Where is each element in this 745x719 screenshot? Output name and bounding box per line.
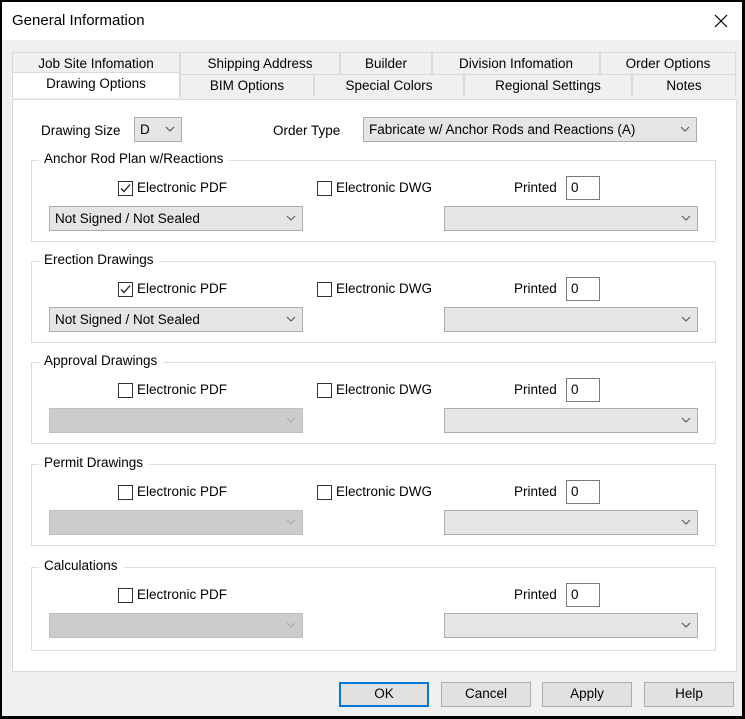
electronic-pdf-checkbox[interactable] xyxy=(118,383,133,398)
printed-label: Printed xyxy=(514,180,557,195)
chevron-down-icon xyxy=(286,417,296,423)
order-type-select[interactable]: Fabricate w/ Anchor Rods and Reactions (… xyxy=(363,117,697,142)
tab-builder[interactable]: Builder xyxy=(340,52,432,74)
drawing-group-0: Anchor Rod Plan w/Reactions Electronic P… xyxy=(31,151,716,242)
printed-option-select[interactable] xyxy=(444,206,698,231)
electronic-dwg-checkbox[interactable] xyxy=(317,282,332,297)
signed-sealed-select[interactable]: Not Signed / Not Sealed xyxy=(49,206,303,231)
signed-sealed-value: Not Signed / Not Sealed xyxy=(55,211,200,226)
drawing-group-2: Approval Drawings Electronic PDF Electro… xyxy=(31,353,716,444)
tab-order-options[interactable]: Order Options xyxy=(600,52,736,74)
apply-button[interactable]: Apply xyxy=(542,682,632,707)
order-type-value: Fabricate w/ Anchor Rods and Reactions (… xyxy=(369,122,636,137)
drawing-group-4: Calculations Electronic PDF Printed 0 xyxy=(31,558,716,651)
signed-sealed-select[interactable] xyxy=(49,613,303,638)
electronic-dwg-label: Electronic DWG xyxy=(336,180,433,195)
printed-count-input[interactable]: 0 xyxy=(566,480,600,504)
checkmark-icon xyxy=(120,285,131,294)
printed-count-input[interactable]: 0 xyxy=(566,583,600,607)
order-type-label: Order Type xyxy=(273,123,341,138)
electronic-dwg-checkbox[interactable] xyxy=(317,485,332,500)
electronic-pdf-label: Electronic PDF xyxy=(137,180,228,195)
electronic-dwg-checkbox[interactable] xyxy=(317,181,332,196)
signed-sealed-select[interactable] xyxy=(49,510,303,535)
electronic-dwg-label: Electronic DWG xyxy=(336,484,433,499)
printed-option-select[interactable] xyxy=(444,613,698,638)
electronic-pdf-label: Electronic PDF xyxy=(137,382,228,397)
title-bar: General Information xyxy=(2,2,742,40)
electronic-pdf-checkbox[interactable] xyxy=(118,588,133,603)
chevron-down-icon xyxy=(286,519,296,525)
tab-drawing-options[interactable]: Drawing Options xyxy=(12,72,180,98)
drawing-group-3: Permit Drawings Electronic PDF Electroni… xyxy=(31,455,716,546)
drawing-size-label: Drawing Size xyxy=(41,123,121,138)
tab-shipping-address[interactable]: Shipping Address xyxy=(180,52,340,74)
electronic-pdf-checkbox[interactable] xyxy=(118,282,133,297)
drawing-size-value: D xyxy=(140,122,150,137)
signed-sealed-select[interactable]: Not Signed / Not Sealed xyxy=(49,307,303,332)
electronic-dwg-label: Electronic DWG xyxy=(336,281,433,296)
chevron-down-icon xyxy=(681,215,691,221)
tab-job-site-information[interactable]: Job Site Infomation xyxy=(12,52,180,74)
chevron-down-icon xyxy=(680,126,690,132)
chevron-down-icon xyxy=(286,316,296,322)
drawing-group-1: Erection Drawings Electronic PDF Electro… xyxy=(31,252,716,343)
tab-special-colors[interactable]: Special Colors xyxy=(314,74,464,96)
group-title: Approval Drawings xyxy=(39,353,164,368)
chevron-down-icon xyxy=(286,215,296,221)
printed-label: Printed xyxy=(514,484,557,499)
window-title: General Information xyxy=(12,12,145,29)
general-information-dialog: General Information Job Site Infomation … xyxy=(2,2,742,716)
signed-sealed-value: Not Signed / Not Sealed xyxy=(55,312,200,327)
checkmark-icon xyxy=(120,184,131,193)
electronic-dwg-label: Electronic DWG xyxy=(336,382,433,397)
printed-count-input[interactable]: 0 xyxy=(566,176,600,200)
chevron-down-icon xyxy=(286,622,296,628)
chevron-down-icon xyxy=(681,622,691,628)
printed-option-select[interactable] xyxy=(444,408,698,433)
electronic-dwg-checkbox[interactable] xyxy=(317,383,332,398)
electronic-pdf-label: Electronic PDF xyxy=(137,587,228,602)
chevron-down-icon xyxy=(681,417,691,423)
printed-option-select[interactable] xyxy=(444,510,698,535)
tab-division-information[interactable]: Division Infomation xyxy=(432,52,600,74)
cancel-button[interactable]: Cancel xyxy=(441,682,531,707)
drawing-size-select[interactable]: D xyxy=(134,117,182,142)
electronic-pdf-checkbox[interactable] xyxy=(118,181,133,196)
group-title: Permit Drawings xyxy=(39,455,150,470)
close-icon xyxy=(714,14,728,28)
help-button[interactable]: Help xyxy=(644,682,734,707)
printed-label: Printed xyxy=(514,587,557,602)
printed-count-input[interactable]: 0 xyxy=(566,277,600,301)
close-button[interactable] xyxy=(708,8,734,34)
printed-label: Printed xyxy=(514,281,557,296)
drawing-options-panel: Drawing Size D Order Type Fabricate w/ A… xyxy=(12,99,737,672)
electronic-pdf-label: Electronic PDF xyxy=(137,281,228,296)
chevron-down-icon xyxy=(165,126,175,132)
group-title: Calculations xyxy=(39,558,124,573)
electronic-pdf-label: Electronic PDF xyxy=(137,484,228,499)
chevron-down-icon xyxy=(681,519,691,525)
tab-regional-settings[interactable]: Regional Settings xyxy=(464,74,632,96)
chevron-down-icon xyxy=(681,316,691,322)
tab-notes[interactable]: Notes xyxy=(632,74,736,96)
printed-option-select[interactable] xyxy=(444,307,698,332)
tab-bim-options[interactable]: BIM Options xyxy=(180,74,314,96)
group-title: Erection Drawings xyxy=(39,252,160,267)
printed-count-input[interactable]: 0 xyxy=(566,378,600,402)
ok-button[interactable]: OK xyxy=(339,682,429,707)
group-title: Anchor Rod Plan w/Reactions xyxy=(39,151,230,166)
signed-sealed-select[interactable] xyxy=(49,408,303,433)
electronic-pdf-checkbox[interactable] xyxy=(118,485,133,500)
printed-label: Printed xyxy=(514,382,557,397)
